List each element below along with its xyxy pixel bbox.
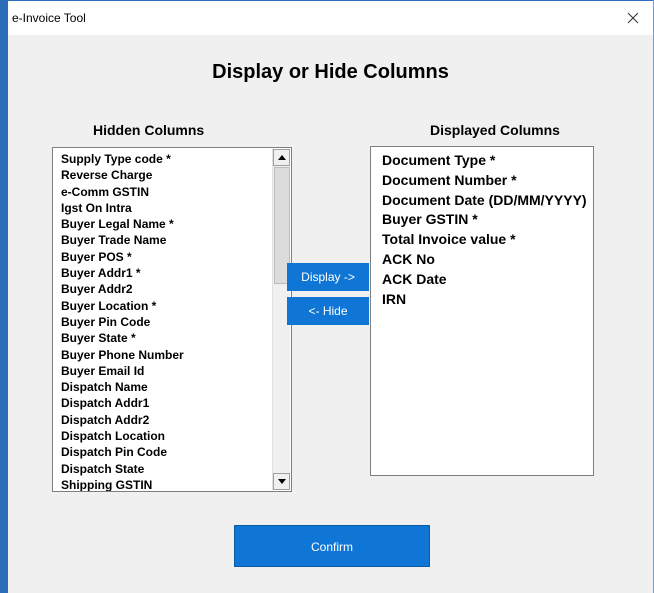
hide-button[interactable]: <- Hide — [287, 297, 369, 325]
list-item[interactable]: Buyer Email Id — [61, 363, 271, 379]
close-icon — [627, 12, 639, 24]
list-item[interactable]: e-Comm GSTIN — [61, 184, 271, 200]
hidden-columns-items: Supply Type code * Reverse Charge e-Comm G… — [61, 151, 271, 491]
list-item[interactable]: Buyer Phone Number — [61, 347, 271, 363]
list-item[interactable]: Buyer POS * — [61, 249, 271, 265]
displayed-columns-items: Document Type * Document Number * Document… — [382, 151, 592, 309]
list-item[interactable]: Reverse Charge — [61, 167, 271, 183]
displayed-columns-listbox[interactable]: Document Type * Document Number * Document… — [370, 146, 594, 476]
list-item[interactable]: Buyer Addr2 — [61, 281, 271, 297]
list-item[interactable]: ACK No — [382, 250, 592, 270]
list-item[interactable]: Shipping GSTIN — [61, 477, 271, 491]
hidden-columns-listbox[interactable]: Supply Type code * Reverse Charge e-Comm G… — [52, 147, 292, 492]
list-item[interactable]: Buyer Trade Name — [61, 232, 271, 248]
list-item[interactable]: Document Date (DD/MM/YYYY) — [382, 191, 592, 211]
list-item[interactable]: Buyer State * — [61, 330, 271, 346]
list-item[interactable]: Buyer Legal Name * — [61, 216, 271, 232]
displayed-columns-label: Displayed Columns — [430, 122, 560, 138]
arrow-up-icon — [278, 155, 286, 160]
list-item[interactable]: Buyer Addr1 * — [61, 265, 271, 281]
list-item[interactable]: Dispatch State — [61, 461, 271, 477]
list-item[interactable]: IRN — [382, 290, 592, 310]
list-item[interactable]: Dispatch Addr1 — [61, 395, 271, 411]
dialog-window: e-Invoice Tool Display or Hide Columns H… — [0, 0, 654, 593]
list-item[interactable]: Supply Type code * — [61, 151, 271, 167]
window-border-left — [0, 0, 8, 593]
title-bar[interactable]: e-Invoice Tool — [8, 1, 653, 35]
dialog-heading: Display or Hide Columns — [212, 61, 449, 83]
arrow-down-icon — [278, 479, 286, 484]
close-button[interactable] — [613, 1, 653, 35]
list-item[interactable]: Dispatch Location — [61, 428, 271, 444]
list-item[interactable]: Buyer Location * — [61, 298, 271, 314]
list-item[interactable]: ACK Date — [382, 270, 592, 290]
list-item[interactable]: Document Type * — [382, 151, 592, 171]
confirm-button[interactable]: Confirm — [234, 525, 430, 567]
list-item[interactable]: Dispatch Name — [61, 379, 271, 395]
scroll-down-button[interactable] — [273, 473, 290, 490]
window-title: e-Invoice Tool — [12, 11, 86, 25]
dialog-body: Display or Hide Columns Hidden Columns D… — [8, 35, 653, 593]
list-item[interactable]: Total Invoice value * — [382, 230, 592, 250]
list-item[interactable]: Igst On Intra — [61, 200, 271, 216]
list-item[interactable]: Dispatch Pin Code — [61, 444, 271, 460]
list-item[interactable]: Document Number * — [382, 171, 592, 191]
hidden-columns-label: Hidden Columns — [93, 122, 205, 138]
list-item[interactable]: Dispatch Addr2 — [61, 412, 271, 428]
list-item[interactable]: Buyer Pin Code — [61, 314, 271, 330]
list-item[interactable]: Buyer GSTIN * — [382, 210, 592, 230]
display-button[interactable]: Display -> — [287, 263, 369, 291]
scroll-up-button[interactable] — [273, 149, 290, 166]
